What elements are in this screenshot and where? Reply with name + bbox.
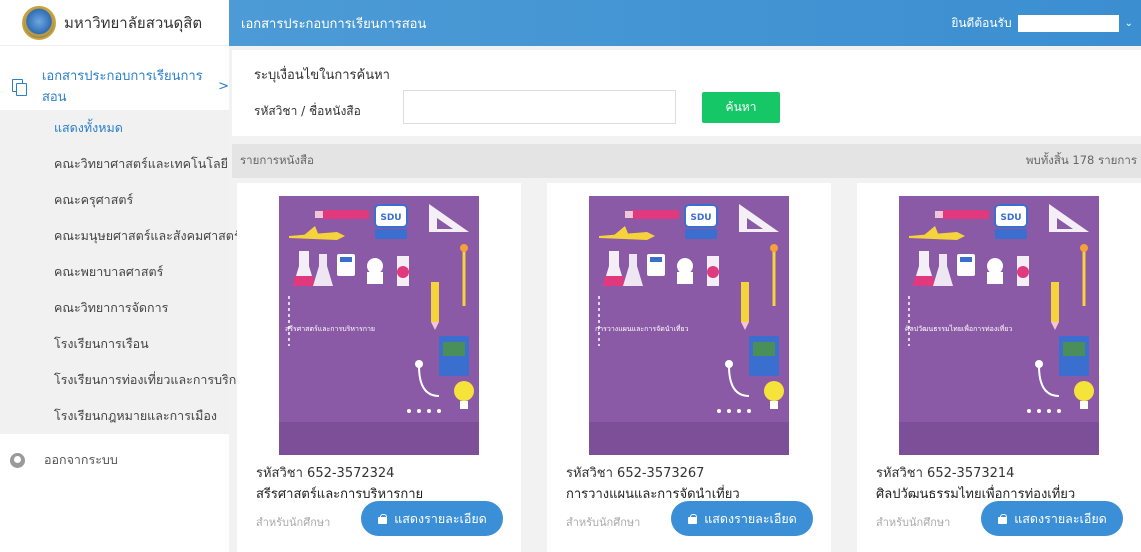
result-count: พบทั้งสิ้น 178 รายการ	[1025, 153, 1137, 167]
book-cover-image[interactable]: SDU สรีรศาสตร์และการบริหารกาย	[279, 196, 479, 455]
sidebar-section-label: เอกสารประกอบการเรียนการสอน	[41, 69, 203, 105]
list-header: รายการหนังสือ พบทั้งสิ้น 178 รายการ	[232, 144, 1141, 178]
show-detail-button[interactable]: แสดงรายละเอียด	[361, 501, 503, 536]
sidebar: มหาวิทยาลัยสวนดุสิต เอกสารประกอบการเรียน…	[0, 0, 250, 552]
sidebar-section-documents[interactable]: เอกสารประกอบการเรียนการสอน >	[0, 68, 229, 105]
user-icon	[10, 452, 25, 468]
logout-link[interactable]: ออกจากระบบ	[0, 440, 229, 480]
search-button[interactable]: ค้นหา	[702, 92, 780, 123]
chevron-right-icon: >	[218, 78, 229, 94]
svg-text:SDU: SDU	[380, 213, 401, 223]
search-label: รหัสวิชา / ชื่อหนังสือ	[254, 104, 361, 118]
sidebar-submenu: แสดงทั้งหมด คณะวิทยาศาสตร์และเทคโนโลยี ค…	[0, 110, 250, 434]
chevron-down-icon[interactable]: ⌄	[1125, 18, 1133, 29]
welcome-text: ยินดีต้อนรับ	[951, 15, 1012, 30]
book-cover-image[interactable]: SDU การวางแผนและการจัดนำเที่ยว	[589, 196, 789, 455]
copy-icon	[12, 78, 27, 96]
sidebar-item-law[interactable]: โรงเรียนกฎหมายและการเมือง	[0, 398, 229, 434]
header-title: เอกสารประกอบการเรียนการสอน	[241, 16, 427, 32]
book-card: SDU ศิลปวัฒนธรรมไทยเพื่อการท่องเที่ยว รห…	[857, 183, 1141, 552]
sidebar-item-culinary[interactable]: โรงเรียนการเรือน	[0, 326, 229, 362]
svg-text:SDU: SDU	[690, 213, 711, 223]
cover-title: การวางแผนและการจัดนำเที่ยว	[595, 325, 689, 333]
book-cover-image[interactable]: SDU ศิลปวัฒนธรรมไทยเพื่อการท่องเที่ยว	[899, 196, 1099, 455]
cart-icon	[687, 513, 698, 524]
book-card: SDU การวางแผนและการจัดนำเที่ยว รหัสวิชา …	[547, 183, 831, 552]
sidebar-item-science[interactable]: คณะวิทยาศาสตร์และเทคโนโลยี	[0, 146, 229, 182]
search-input[interactable]	[403, 90, 676, 124]
book-code: รหัสวิชา 652-3572324	[256, 466, 395, 481]
sidebar-item-humanities[interactable]: คณะมนุษยศาสตร์และสังคมศาสตร์	[0, 218, 241, 254]
user-name-box[interactable]	[1017, 14, 1119, 32]
sidebar-item-nursing[interactable]: คณะพยาบาลศาสตร์	[0, 254, 229, 290]
sidebar-item-tourism[interactable]: โรงเรียนการท่องเที่ยวและการบริการ	[0, 362, 250, 398]
search-panel: ระบุเงื่อนไขในการค้นหา รหัสวิชา / ชื่อหน…	[232, 50, 1141, 136]
list-heading: รายการหนังสือ	[240, 153, 314, 167]
show-detail-button[interactable]: แสดงรายละเอียด	[671, 501, 813, 536]
book-audience: สำหรับนักศึกษา	[566, 516, 641, 529]
show-detail-label: แสดงรายละเอียด	[394, 510, 487, 526]
brand-name: มหาวิทยาลัยสวนดุสิต	[64, 13, 203, 32]
show-detail-label: แสดงรายละเอียด	[704, 510, 797, 526]
brand[interactable]: มหาวิทยาลัยสวนดุสิต	[0, 0, 229, 46]
svg-text:SDU: SDU	[1000, 213, 1021, 223]
cover-title: สรีรศาสตร์และการบริหารกาย	[285, 325, 376, 333]
sidebar-item-management[interactable]: คณะวิทยาการจัดการ	[0, 290, 229, 326]
cart-icon	[377, 513, 388, 524]
book-code: รหัสวิชา 652-3573267	[566, 466, 705, 481]
book-card: SDU สรีรศาสตร์และการบริหารกาย รหัสวิชา 6…	[237, 183, 521, 552]
book-audience: สำหรับนักศึกษา	[876, 516, 951, 529]
show-detail-button[interactable]: แสดงรายละเอียด	[981, 501, 1123, 536]
book-audience: สำหรับนักศึกษา	[256, 516, 331, 529]
sidebar-item-all[interactable]: แสดงทั้งหมด	[0, 110, 229, 146]
sidebar-item-education[interactable]: คณะครุศาสตร์	[0, 182, 229, 218]
show-detail-label: แสดงรายละเอียด	[1014, 510, 1107, 526]
logout-label: ออกจากระบบ	[44, 452, 118, 467]
top-header: เอกสารประกอบการเรียนการสอน ยินดีต้อนรับ …	[229, 0, 1141, 46]
cover-title: ศิลปวัฒนธรรมไทยเพื่อการท่องเที่ยว	[905, 325, 1013, 333]
book-code: รหัสวิชา 652-3573214	[876, 466, 1015, 481]
cart-icon	[997, 513, 1008, 524]
university-logo	[22, 5, 56, 40]
search-heading: ระบุเงื่อนไขในการค้นหา	[254, 68, 390, 83]
